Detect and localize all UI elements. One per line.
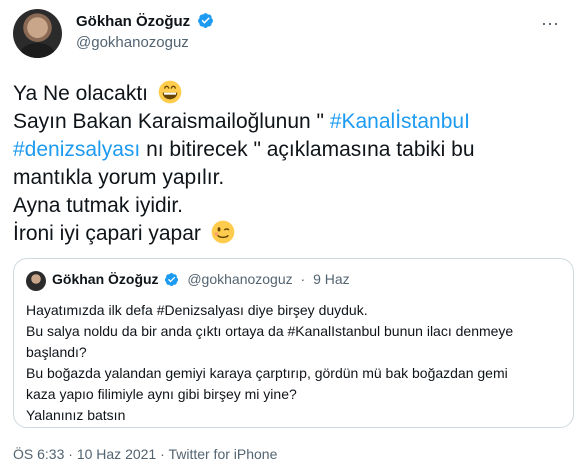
footer-separator: · <box>156 446 169 462</box>
quoted-line: Bu salya noldu da bir anda çıktı ortaya … <box>26 323 514 339</box>
quoted-date: 9 Haz <box>313 271 350 287</box>
tweet-date-link[interactable]: 10 Haz 2021 <box>77 446 156 462</box>
quoted-tweet-text: Hayatımızda ilk defa #Denizsalyası diye … <box>26 300 566 426</box>
quoted-line: kaza yapıo filimiyle aynı gibi birşey mi… <box>26 386 297 402</box>
quoted-tweet-header: Gökhan Özoğuz @gokhanozoguz · 9 Haz <box>52 271 350 287</box>
tweet-line-6: İroni iyi çapari yapar <box>13 222 201 245</box>
quoted-line: Hayatımızda ilk defa #Denizsalyası diye … <box>26 302 368 318</box>
hashtag-kanalistanbul-link[interactable]: #KanalİstanbuI <box>330 110 470 133</box>
winking-face-emoji-icon <box>211 220 235 244</box>
quoted-tweet-card[interactable]: Gökhan Özoğuz @gokhanozoguz · 9 Haz Haya… <box>13 258 574 428</box>
tweet-line-3: nı bitirecek " açıklamasına tabiki bu <box>140 138 475 161</box>
quoted-line: Yalanınız batsın <box>26 407 126 423</box>
quoted-verified-badge-icon <box>165 272 179 287</box>
tweet-line-5: Ayna tutmak iyidir. <box>13 194 184 217</box>
author-handle[interactable]: @gokhanozoguz <box>76 34 189 51</box>
tweet-line-1: Ya Ne olacaktı <box>13 82 149 105</box>
quoted-separator: · <box>300 271 306 287</box>
verified-badge-icon <box>198 13 214 28</box>
tweet-footer: ÖS 6:33 · 10 Haz 2021 · Twitter for iPho… <box>13 446 277 462</box>
hashtag-denizsalyasi-link[interactable]: #denizsalyası <box>13 138 140 161</box>
author-avatar[interactable] <box>13 9 62 58</box>
more-options-icon[interactable]: ⋯ <box>541 14 560 35</box>
quoted-author-avatar <box>26 271 46 291</box>
tweet-source-link[interactable]: Twitter for iPhone <box>168 446 277 462</box>
author-name[interactable]: Gökhan Özoğuz <box>76 13 190 30</box>
grinning-face-emoji-icon <box>158 80 182 104</box>
quoted-line: Bu boğazda yalandan gemiyi karaya çarptı… <box>26 365 508 381</box>
quoted-author-handle: @gokhanozoguz <box>187 271 293 287</box>
tweet-time-link[interactable]: ÖS 6:33 <box>13 446 64 462</box>
tweet-text: Ya Ne olacaktı Sayın Bakan Karaismailoğl… <box>13 80 573 248</box>
tweet-line-2: Sayın Bakan Karaismailoğlunun " <box>13 110 330 133</box>
quoted-author-name: Gökhan Özoğuz <box>52 271 159 287</box>
footer-separator: · <box>64 446 77 462</box>
tweet-line-4: mantıkla yorum yapılır. <box>13 166 225 189</box>
quoted-line: başlandı? <box>26 344 87 360</box>
